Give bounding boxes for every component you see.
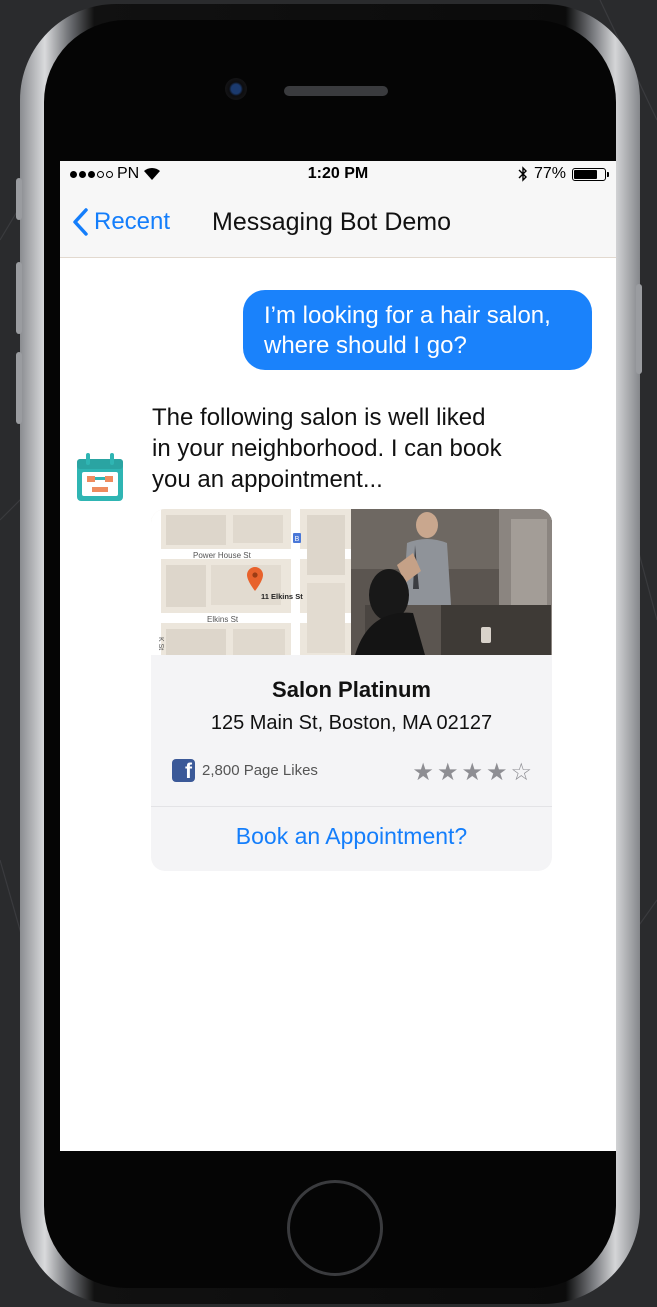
facebook-icon: f bbox=[172, 759, 195, 783]
bot-message: The following salon is well liked in you… bbox=[152, 402, 552, 495]
bot-message-line: The following salon is well liked bbox=[152, 404, 486, 431]
user-message-line: I’m looking for a hair salon, bbox=[264, 302, 551, 329]
card-images: B Power House St Elkins St K St 11 Elkin… bbox=[151, 509, 552, 655]
page-likes: f 2,800 Page Likes bbox=[172, 759, 318, 783]
book-appointment-button[interactable]: Book an Appointment? bbox=[151, 823, 552, 850]
star-rating: ★ ★ ★ ★ ☆ bbox=[412, 758, 532, 787]
salon-name: Salon Platinum bbox=[272, 677, 431, 702]
back-button[interactable]: Recent bbox=[72, 208, 170, 236]
salon-address: 125 Main St, Boston, MA 02127 bbox=[210, 712, 493, 734]
status-bar: PN 1:20 PM 77% bbox=[60, 161, 616, 186]
map-pin-label: 11 Elkins St bbox=[261, 592, 303, 601]
mute-switch bbox=[16, 178, 22, 220]
star-filled-icon: ★ bbox=[461, 759, 483, 786]
salon-photo[interactable] bbox=[351, 509, 552, 655]
likes-label: 2,800 Page Likes bbox=[202, 762, 318, 779]
card-divider bbox=[151, 806, 552, 807]
phone-screen: PN 1:20 PM 77% Recent Messaging Bot Demo bbox=[60, 161, 616, 1151]
battery-icon bbox=[572, 167, 609, 181]
user-message-line: where should I go? bbox=[264, 332, 467, 359]
map-thumbnail[interactable]: B Power House St Elkins St K St 11 Elkin… bbox=[151, 509, 351, 655]
volume-up-button bbox=[16, 262, 22, 334]
back-label: Recent bbox=[94, 208, 171, 235]
map-street-label: Elkins St bbox=[207, 615, 239, 624]
earpiece-speaker bbox=[284, 86, 388, 96]
map-street-label: K St bbox=[157, 637, 164, 650]
navigation-bar: Recent Messaging Bot Demo bbox=[60, 186, 616, 258]
user-message-bubble: I’m looking for a hair salon, where shou… bbox=[243, 290, 592, 370]
map-transit-label: B bbox=[295, 536, 300, 543]
home-button[interactable] bbox=[287, 1180, 383, 1276]
star-filled-icon: ★ bbox=[412, 759, 434, 786]
status-right: 77% bbox=[518, 165, 609, 183]
star-filled-icon: ★ bbox=[485, 759, 508, 786]
bot-message-line: in your neighborhood. I can book bbox=[152, 435, 502, 462]
salon-card: B Power House St Elkins St K St 11 Elkin… bbox=[151, 509, 552, 871]
battery-percent: 77% bbox=[533, 165, 566, 182]
page-title: Messaging Bot Demo bbox=[212, 208, 452, 236]
volume-down-button bbox=[16, 352, 22, 424]
map-street-label: Power House St bbox=[193, 551, 252, 560]
power-button bbox=[636, 284, 642, 374]
star-filled-icon: ★ bbox=[436, 759, 459, 786]
calendar-bot-icon bbox=[77, 453, 123, 501]
star-empty-icon: ☆ bbox=[510, 759, 532, 786]
chevron-left-icon bbox=[73, 208, 88, 236]
front-camera bbox=[225, 78, 247, 100]
bluetooth-icon bbox=[518, 166, 527, 182]
bot-message-line: you an appointment... bbox=[152, 466, 383, 493]
